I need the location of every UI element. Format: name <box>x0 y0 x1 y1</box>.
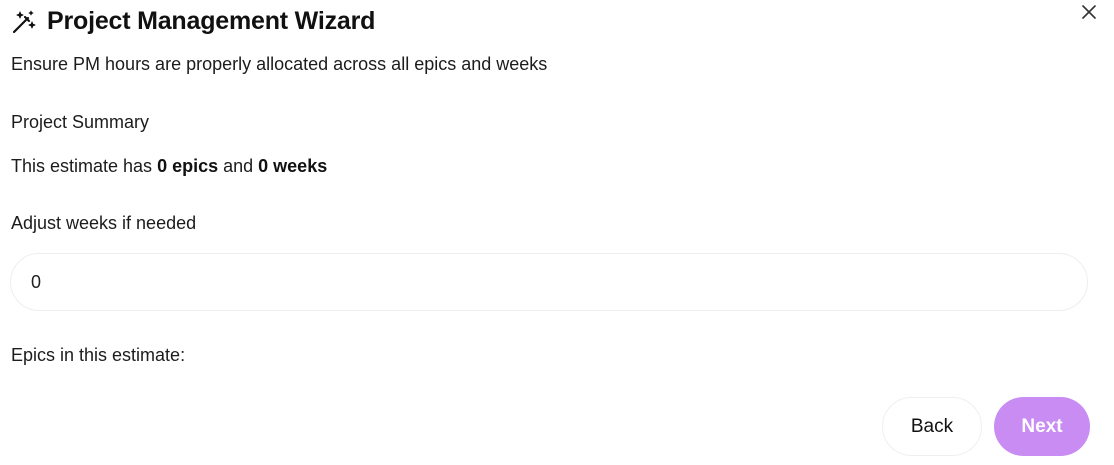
summary-text-prefix: This estimate has <box>11 156 158 176</box>
close-icon <box>1082 5 1096 19</box>
back-button[interactable]: Back <box>882 397 982 456</box>
summary-text-middle: and <box>218 156 259 176</box>
magic-wand-icon <box>11 9 37 35</box>
epics-list-label: Epics in this estimate: <box>11 345 186 365</box>
project-management-wizard-dialog: Project Management Wizard Ensure PM hour… <box>0 0 1114 465</box>
weeks-count: 0 weeks <box>258 156 328 176</box>
dialog-header: Project Management Wizard <box>11 7 375 36</box>
adjust-weeks-label: Adjust weeks if needed <box>11 213 197 233</box>
weeks-input[interactable] <box>10 253 1088 311</box>
dialog-title: Project Management Wizard <box>47 7 376 35</box>
project-summary-heading: Project Summary <box>11 112 150 132</box>
epics-count: 0 epics <box>157 156 219 176</box>
close-button[interactable] <box>1078 1 1100 23</box>
project-summary-text: This estimate has 0 epics and 0 weeks <box>11 156 327 177</box>
next-button[interactable]: Next <box>994 397 1090 456</box>
dialog-subtitle: Ensure PM hours are properly allocated a… <box>11 54 548 74</box>
